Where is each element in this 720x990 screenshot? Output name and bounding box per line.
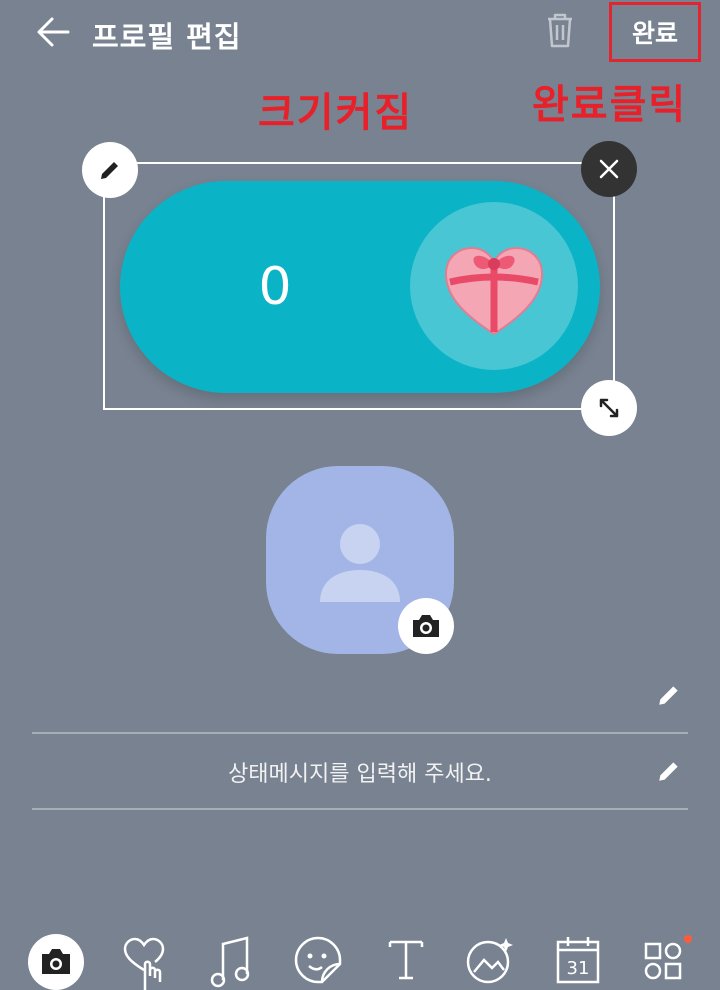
camera-icon	[413, 615, 439, 637]
photo-sparkle-icon	[466, 938, 513, 984]
close-icon	[599, 159, 619, 179]
heart-hand-icon	[123, 937, 165, 990]
text-icon	[388, 940, 424, 980]
delete-button[interactable]	[540, 10, 580, 50]
music-note-icon	[210, 936, 250, 988]
edit-sticker-button[interactable]	[82, 142, 138, 198]
back-button[interactable]	[34, 12, 74, 52]
edit-name-button[interactable]	[656, 682, 682, 708]
decoration-toolbar: 31	[0, 920, 720, 990]
annotation-enlarged: 크기커짐	[258, 90, 414, 136]
pencil-icon	[101, 162, 118, 179]
resize-arrows-icon	[599, 398, 619, 418]
toolbar-text-button[interactable]	[378, 934, 434, 990]
arrow-left-icon	[37, 17, 70, 47]
toolbar-emoticon-button[interactable]	[290, 934, 346, 990]
trash-icon	[548, 13, 572, 48]
pencil-icon	[659, 686, 678, 705]
pencil-icon	[659, 762, 678, 781]
toolbar-calendar-button[interactable]: 31	[550, 934, 606, 990]
done-button[interactable]: 완료	[609, 2, 701, 62]
toolbar-camera-button[interactable]	[28, 934, 84, 990]
calendar-icon: 31	[556, 937, 600, 984]
sticker-icon	[294, 936, 342, 984]
page-title: 프로필 편집	[92, 20, 242, 54]
sticker-count: 0	[258, 257, 292, 317]
widgets-icon	[644, 935, 692, 980]
toolbar-more-button[interactable]	[636, 934, 692, 990]
change-photo-button[interactable]	[398, 598, 454, 654]
name-divider	[32, 732, 688, 734]
gift-circle	[410, 202, 578, 370]
status-message-input[interactable]: 상태메시지를 입력해 주세요.	[0, 756, 720, 788]
toolbar-music-button[interactable]	[204, 934, 260, 990]
heart-gift-icon	[444, 246, 544, 336]
resize-sticker-button[interactable]	[581, 380, 637, 436]
new-badge-dot	[684, 935, 692, 943]
calendar-day: 31	[567, 958, 590, 979]
status-divider	[32, 808, 688, 810]
remove-sticker-button[interactable]	[581, 141, 637, 197]
toolbar-photo-button[interactable]	[462, 934, 518, 990]
edit-status-button[interactable]	[656, 758, 682, 784]
camera-icon	[28, 934, 84, 990]
annotation-click-done: 완료클릭	[532, 82, 688, 128]
toolbar-sticker-button[interactable]	[116, 934, 172, 990]
